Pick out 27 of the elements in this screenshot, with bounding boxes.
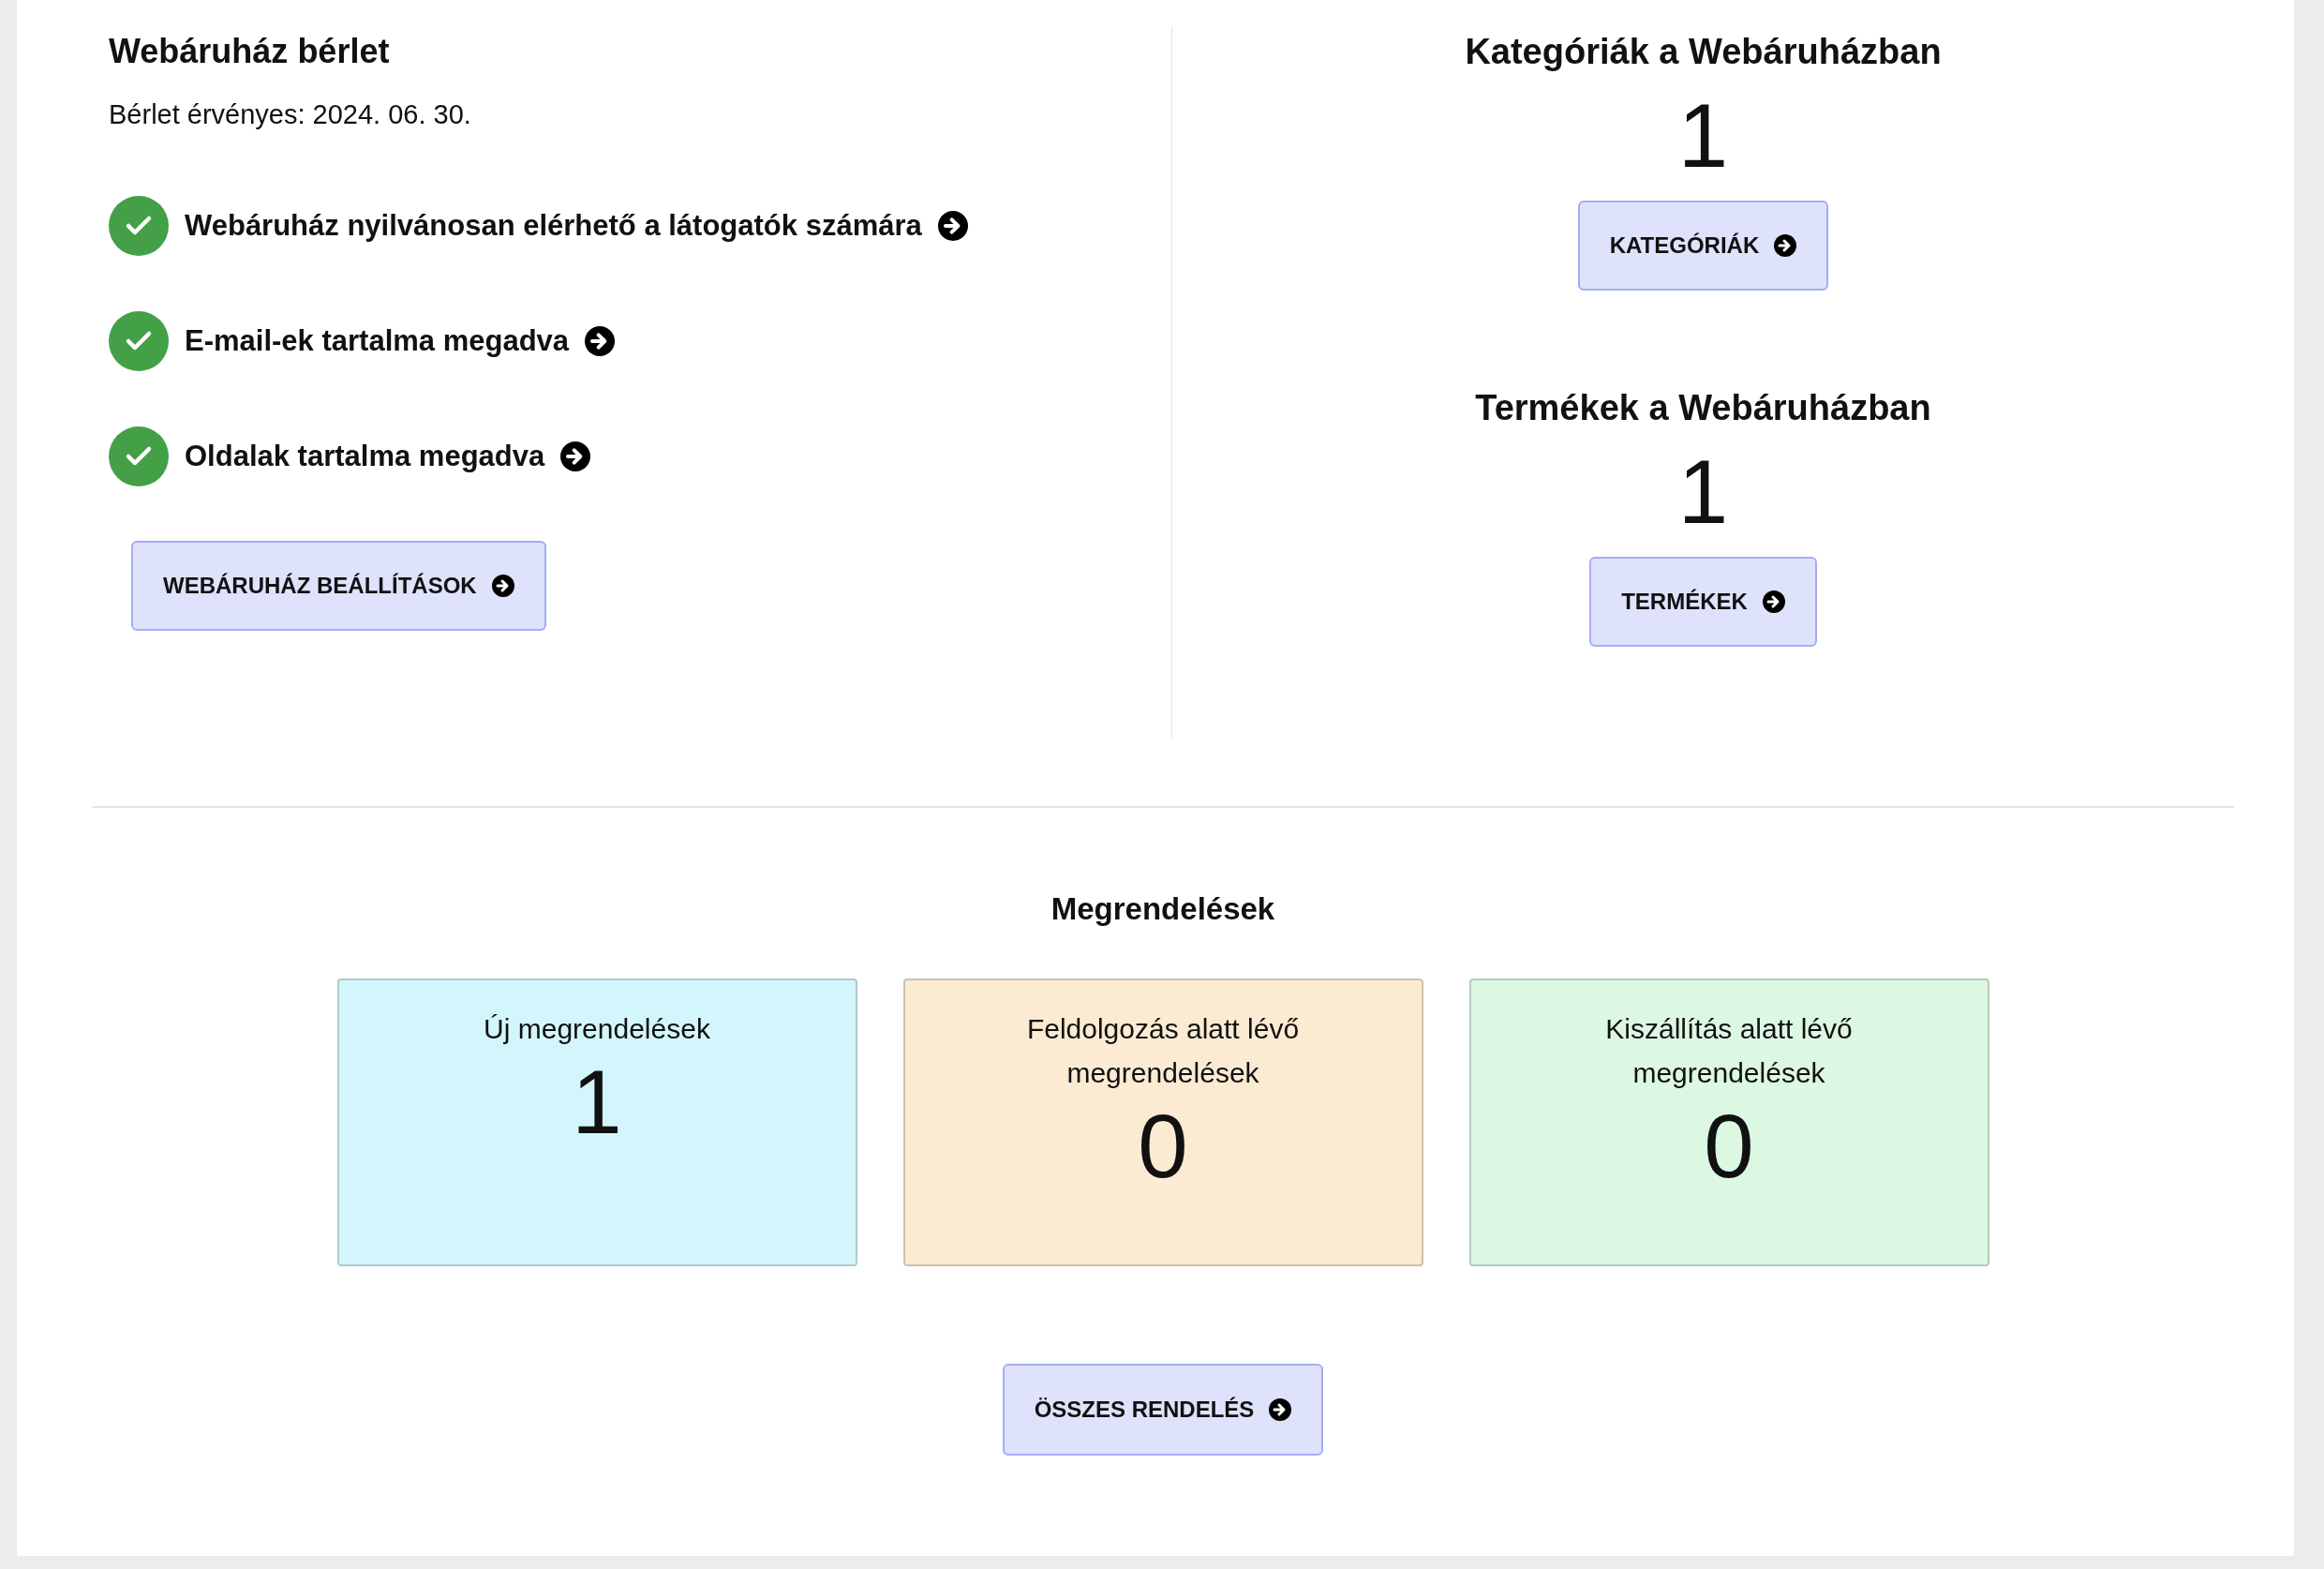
subscription-validity: Bérlet érvényes: 2024. 06. 30.: [109, 98, 471, 131]
arrow-right-icon: [491, 575, 514, 597]
checklist-item: E-mail-ek tartalma megadva: [185, 324, 570, 358]
arrow-right-icon: [1774, 234, 1797, 257]
orders-title: Megrendelések: [1050, 890, 1275, 928]
arrow-right-icon: [1269, 1398, 1292, 1421]
checklist-item: Oldalak tartalma megadva: [185, 440, 545, 473]
stat-count: 1: [1677, 84, 1729, 187]
order-count: 1: [572, 1051, 622, 1154]
arrow-right-icon[interactable]: [937, 211, 968, 241]
stat-count: 1: [1677, 441, 1729, 544]
stat-title: Kategóriák a Webáruházban: [1465, 31, 1942, 73]
arrow-right-icon[interactable]: [585, 326, 616, 356]
checklist-item: Webáruház nyilvánosan elérhető a látogatók számára: [185, 209, 922, 243]
order-card-label: Kiszállítás alatt lévő megrendelések: [1604, 1012, 1854, 1090]
stat-button[interactable]: KATEGÓRIÁK: [1577, 201, 1829, 291]
order-card-label: Feldolgozás alatt lévő megrendelések: [1025, 1012, 1301, 1090]
settings-button[interactable]: WEBÁRUHÁZ BEÁLLÍTÁSOK: [131, 541, 546, 631]
order-card-label: Új megrendelések: [483, 1012, 711, 1046]
arrow-right-icon[interactable]: [560, 441, 591, 471]
order-count: 0: [1138, 1095, 1188, 1198]
section-title: Webáruház bérlet: [109, 31, 390, 72]
stat-title: Termékek a Webáruházban: [1475, 387, 1931, 429]
all-orders-button[interactable]: ÖSSZES RENDELÉS: [1002, 1364, 1324, 1456]
stat-button[interactable]: TERMÉKEK: [1589, 557, 1817, 647]
arrow-right-icon: [1762, 590, 1785, 613]
order-count: 0: [1704, 1095, 1754, 1198]
